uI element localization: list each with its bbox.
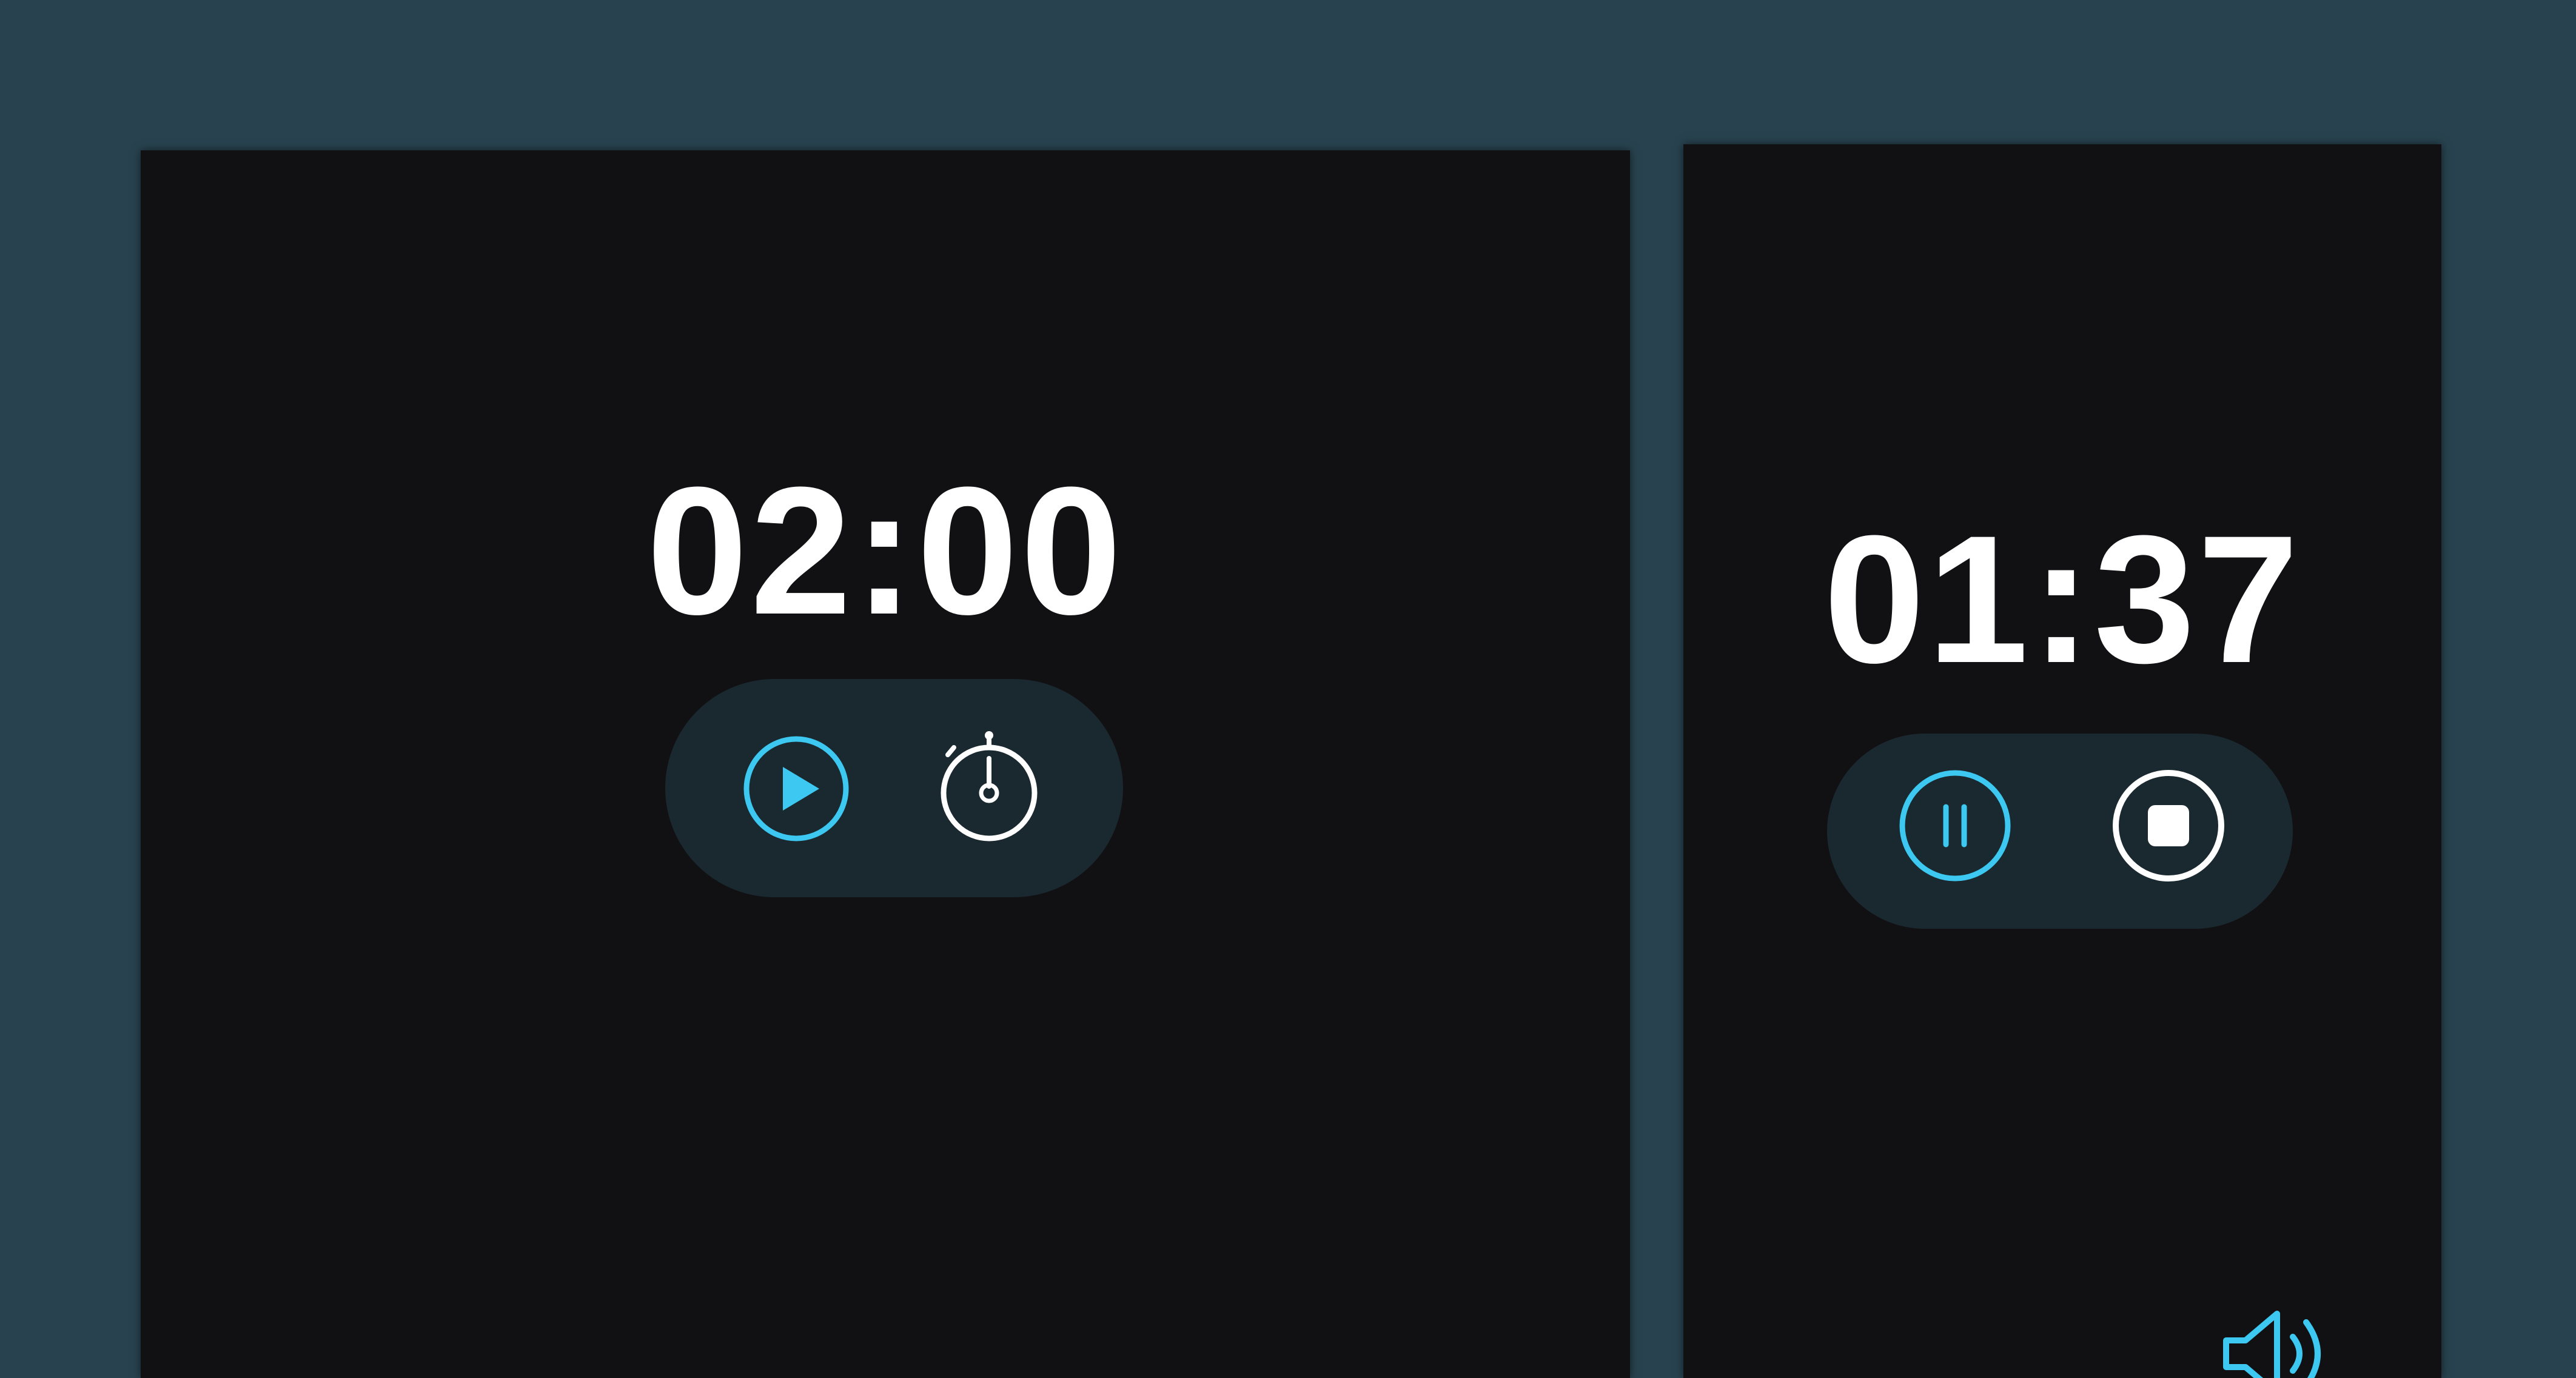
volume-icon — [2223, 1311, 2321, 1378]
timer-running-panel: 01:37 — [1683, 144, 2441, 1378]
stop-button[interactable] — [2111, 768, 2226, 883]
start-button[interactable] — [742, 734, 851, 843]
stopwatch-button[interactable] — [934, 729, 1044, 845]
app-screen: 02:00 01:37 — [0, 0, 2576, 1378]
pause-icon — [1899, 770, 2011, 881]
timer-setup-panel: 02:00 — [141, 150, 1630, 1378]
timer-controls — [1827, 734, 2293, 929]
timer-controls — [665, 679, 1123, 897]
volume-button[interactable] — [2221, 1305, 2336, 1378]
pause-button[interactable] — [1897, 768, 2013, 883]
timer-display: 02:00 — [646, 449, 1124, 652]
play-icon — [743, 736, 849, 841]
timer-display: 01:37 — [1823, 497, 2301, 701]
stop-icon — [2113, 770, 2224, 881]
stopwatch-icon — [941, 731, 1038, 841]
